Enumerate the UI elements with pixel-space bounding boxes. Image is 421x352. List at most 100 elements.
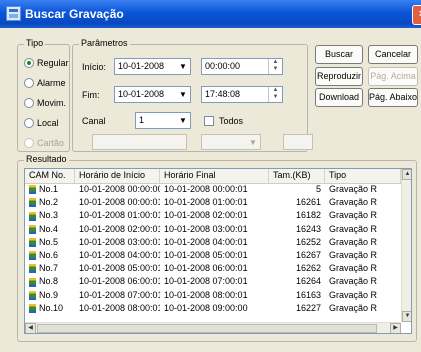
table-row[interactable]: No.1 10-01-2008 00:00:00 10-01-2008 00:00:… — [25, 184, 401, 195]
cam-number: No.7 — [39, 263, 59, 274]
scroll-down-icon[interactable]: ▼ — [402, 311, 411, 322]
tipo-option[interactable]: Regular — [24, 58, 69, 68]
tipo-option: Cartão — [24, 138, 64, 148]
start-time-cell: 10-01-2008 06:00:01 — [79, 276, 160, 287]
download-button[interactable]: Download — [315, 88, 363, 107]
start-time-cell: 10-01-2008 01:00:01 — [79, 210, 160, 221]
fim-date-dropdown[interactable]: 10-01-2008 ▼ — [114, 86, 191, 103]
camera-record-icon — [29, 277, 36, 287]
column-header[interactable]: CAM No. — [25, 169, 75, 183]
cam-cell: No.4 — [29, 224, 75, 235]
column-header[interactable]: Horário Final — [160, 169, 269, 183]
cam-number: No.6 — [39, 250, 59, 260]
disabled-dropdown: ▼ — [201, 134, 261, 150]
results-table[interactable]: CAM No. Horário de Início Horário Final Tam… — [24, 168, 412, 334]
start-time-cell: 10-01-2008 05:00:01 — [79, 263, 160, 274]
scroll-right-icon[interactable]: ▶ — [390, 323, 401, 333]
table-row[interactable]: No.3 10-01-2008 01:00:01 10-01-2008 02:00:… — [25, 210, 401, 221]
end-time-cell: 10-01-2008 02:00:01 — [164, 210, 248, 221]
tipo-option[interactable]: Movim. — [24, 98, 66, 108]
inicio-time-value: 00:00:00 — [205, 61, 241, 71]
canal-dropdown[interactable]: 1 ▼ — [135, 112, 191, 129]
parametros-title: Parâmetros — [79, 38, 130, 48]
column-header[interactable]: Tam.(KB) — [269, 169, 325, 183]
chevron-down-icon[interactable]: ▼ — [176, 87, 190, 102]
cam-number: No.4 — [39, 223, 59, 234]
tipo-option[interactable]: Alarme — [24, 78, 66, 88]
cam-cell: No.9 — [29, 290, 75, 301]
fim-label: Fim: — [82, 90, 100, 100]
radio-button[interactable] — [24, 58, 34, 68]
tipo-option-label: Regular — [37, 58, 69, 68]
resultado-title: Resultado — [24, 154, 69, 164]
fim-time-spinner[interactable]: 17:48:08 ▲ ▼ — [201, 86, 283, 103]
camera-record-icon — [29, 264, 36, 274]
table-row[interactable]: No.10 10-01-2008 08:00:01 10-01-2008 09:00… — [25, 303, 401, 314]
table-row[interactable]: No.7 10-01-2008 05:00:01 10-01-2008 06:00:… — [25, 263, 401, 274]
reproduzir-button[interactable]: Reproduzir — [315, 67, 363, 86]
inicio-date-dropdown[interactable]: 10-01-2008 ▼ — [114, 58, 191, 75]
close-button[interactable]: × — [412, 5, 421, 25]
size-cell: 16182 — [295, 210, 321, 221]
size-cell: 16261 — [295, 197, 321, 208]
size-cell: 16252 — [295, 236, 321, 247]
cancelar-button[interactable]: Cancelar — [368, 45, 418, 64]
horizontal-scrollbar[interactable]: ◀ ▶ — [25, 322, 401, 333]
spinner-arrows-icon[interactable]: ▲ ▼ — [268, 87, 282, 102]
camera-record-icon — [29, 224, 36, 234]
camera-record-icon — [29, 198, 36, 208]
chevron-down-icon[interactable]: ▼ — [176, 59, 190, 74]
column-header[interactable]: Horário de Início — [75, 169, 160, 183]
type-cell: Gravação R — [329, 276, 378, 287]
camera-record-icon — [29, 211, 36, 221]
cam-cell: No.3 — [29, 210, 75, 221]
end-time-cell: 10-01-2008 03:00:01 — [164, 223, 248, 234]
end-time-cell: 10-01-2008 00:00:01 — [164, 184, 248, 194]
table-row[interactable]: No.5 10-01-2008 03:00:01 10-01-2008 04:00:… — [25, 237, 401, 248]
type-cell: Gravação R — [329, 302, 378, 313]
radio-button — [24, 138, 34, 148]
cam-cell: No.10 — [29, 303, 75, 314]
tipo-option[interactable]: Local — [24, 118, 59, 128]
table-row[interactable]: No.8 10-01-2008 06:00:01 10-01-2008 07:00:… — [25, 276, 401, 287]
cam-cell: No.1 — [29, 184, 75, 195]
tipo-title: Tipo — [24, 38, 46, 48]
type-cell: Gravação R — [329, 289, 378, 300]
size-cell: 5 — [315, 184, 321, 194]
start-time-cell: 10-01-2008 00:00:00 — [79, 184, 160, 194]
start-time-cell: 10-01-2008 04:00:01 — [79, 250, 160, 260]
radio-button[interactable] — [24, 78, 34, 88]
end-time-cell: 10-01-2008 04:00:01 — [164, 236, 248, 247]
size-cell: 16227 — [295, 302, 321, 313]
table-row[interactable]: No.2 10-01-2008 00:00:01 10-01-2008 01:00:… — [25, 197, 401, 208]
size-cell: 16262 — [295, 263, 321, 274]
type-cell: Gravação R — [329, 197, 378, 208]
cam-number: No.3 — [39, 210, 59, 221]
inicio-time-spinner[interactable]: 00:00:00 ▲ ▼ — [201, 58, 283, 75]
todos-checkbox[interactable] — [204, 116, 214, 126]
fim-date-value: 10-01-2008 — [118, 89, 165, 99]
scroll-left-icon[interactable]: ◀ — [25, 323, 36, 333]
radio-button[interactable] — [24, 118, 34, 128]
cam-cell: No.5 — [29, 237, 75, 248]
chevron-down-icon: ▼ — [249, 138, 257, 147]
table-row[interactable]: No.4 10-01-2008 02:00:01 10-01-2008 03:00:… — [25, 224, 401, 235]
cam-cell: No.7 — [29, 263, 75, 274]
pag-abaixo-button[interactable]: Pág. Abaixo — [368, 88, 418, 107]
spinner-arrows-icon[interactable]: ▲ ▼ — [268, 59, 282, 74]
pag-acima-button[interactable]: Pág. Acima — [368, 67, 418, 86]
window-title: Buscar Gravação — [25, 7, 124, 21]
chevron-down-icon[interactable]: ▼ — [176, 113, 190, 128]
scroll-up-icon[interactable]: ▲ — [402, 169, 411, 180]
vertical-scrollbar[interactable]: ▲ ▼ — [401, 169, 411, 322]
buscar-button[interactable]: Buscar — [315, 45, 363, 64]
type-cell: Gravação R — [329, 236, 378, 247]
table-row[interactable]: No.9 10-01-2008 07:00:01 10-01-2008 08:00:… — [25, 290, 401, 301]
horizontal-scroll-thumb[interactable] — [37, 324, 377, 333]
radio-button[interactable] — [24, 98, 34, 108]
table-row[interactable]: No.6 10-01-2008 04:00:01 10-01-2008 05:00:… — [25, 250, 401, 261]
camera-record-icon — [29, 185, 36, 195]
type-cell: Gravação R — [329, 210, 378, 221]
cam-cell: No.2 — [29, 197, 75, 208]
column-header[interactable]: Tipo — [325, 169, 401, 183]
